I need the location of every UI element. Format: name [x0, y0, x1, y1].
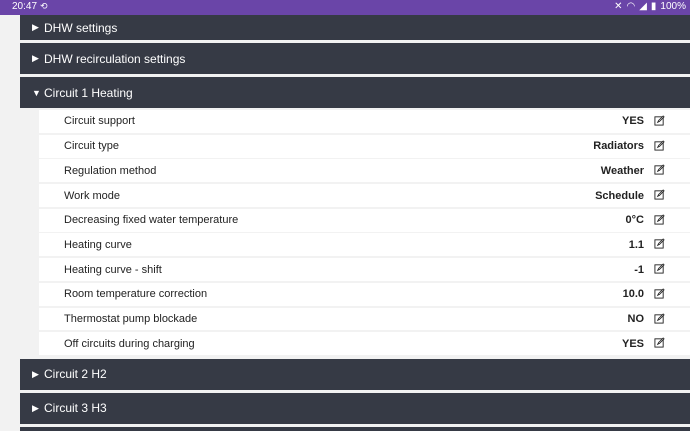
status-icons: ✕ ◠ ◢ ▮ 100%: [614, 1, 686, 12]
mute-icon: ✕: [614, 1, 623, 12]
expand-arrow-icon: ▶: [32, 368, 39, 379]
wifi-icon: ◠: [626, 1, 636, 12]
circuit1-settings-list: Circuit support YES Circuit type Radiators R…: [20, 108, 690, 359]
signal-icon: ◢: [639, 1, 647, 12]
section-dhw-recirculation[interactable]: ▶ DHW recirculation settings: [20, 43, 690, 74]
edit-icon[interactable]: [654, 189, 665, 200]
setting-label: Regulation method: [64, 164, 157, 177]
setting-value: Schedule: [595, 189, 644, 202]
setting-label: Heating curve - shift: [64, 263, 162, 276]
setting-value: 10.0: [622, 288, 644, 301]
setting-row: Regulation method Weather: [39, 159, 690, 183]
edit-icon[interactable]: [654, 288, 665, 299]
edit-icon[interactable]: [654, 312, 665, 324]
section-title: Circuit 3 H3: [44, 401, 107, 416]
setting-row: Thermostat pump blockade NO: [39, 307, 690, 331]
setting-row: Circuit support YES: [39, 110, 690, 133]
edit-icon[interactable]: [654, 214, 665, 225]
setting-row: Off circuits during charging YES: [39, 332, 690, 356]
expand-arrow-icon: ▶: [32, 22, 39, 32]
section-dhw-settings[interactable]: ▶ DHW settings: [20, 15, 690, 40]
setting-value: 1.1: [628, 238, 644, 251]
settings-panel: ▶ DHW settings ▶ DHW recirculation setti…: [20, 15, 690, 431]
setting-label: Decreasing fixed water temperature: [64, 214, 239, 227]
setting-label: Circuit support: [64, 115, 135, 128]
setting-row: Circuit type Radiators: [39, 134, 690, 158]
collapse-arrow-icon: ▼: [32, 87, 41, 98]
edit-icon[interactable]: [654, 263, 665, 274]
edit-icon[interactable]: [654, 115, 665, 126]
setting-label: Circuit type: [64, 140, 120, 153]
setting-label: Heating curve: [64, 238, 132, 251]
setting-label: Room temperature correction: [64, 288, 208, 301]
setting-row: Heating curve - shift -1: [39, 258, 690, 282]
section-title: DHW settings: [44, 20, 118, 35]
setting-value: YES: [621, 115, 644, 128]
section-title: DHW recirculation settings: [44, 51, 186, 66]
section-circuit1[interactable]: ▼ Circuit 1 Heating: [20, 77, 690, 108]
setting-row: Room temperature correction 10.0: [39, 282, 690, 306]
setting-label: Off circuits during charging: [64, 337, 195, 350]
setting-value: NO: [627, 312, 645, 325]
section-title: Circuit 1 Heating: [44, 85, 133, 100]
setting-value: 0°C: [625, 214, 644, 227]
setting-value: Weather: [600, 164, 644, 177]
edit-icon[interactable]: [654, 238, 665, 249]
setting-value: -1: [634, 263, 644, 276]
expand-arrow-icon: ▶: [32, 402, 39, 413]
status-time: 20:47: [12, 1, 38, 12]
setting-value: YES: [621, 337, 644, 350]
setting-row: Decreasing fixed water temperature 0°C: [39, 208, 690, 232]
status-bar: 20:47 ⟲ ✕ ◠ ◢ ▮ 100%: [0, 0, 690, 15]
battery-icon: ▮: [650, 1, 657, 12]
setting-label: Thermostat pump blockade: [64, 312, 198, 325]
edit-icon[interactable]: [654, 337, 665, 348]
expand-arrow-icon: ▶: [32, 53, 39, 63]
setting-row: Heating curve 1.1: [39, 233, 690, 257]
section-circuit2[interactable]: ▶ Circuit 2 H2: [20, 358, 690, 390]
battery-percent: 100%: [660, 1, 686, 12]
setting-row: Work mode Schedule: [39, 184, 690, 207]
section-title: Circuit 2 H2: [44, 367, 107, 382]
setting-label: Work mode: [64, 189, 121, 202]
edit-icon[interactable]: [654, 140, 665, 151]
edit-icon[interactable]: [654, 164, 665, 175]
sync-icon: ⟲: [40, 1, 48, 11]
section-next[interactable]: [20, 426, 690, 431]
section-circuit3[interactable]: ▶ Circuit 3 H3: [20, 392, 690, 424]
setting-value: Radiators: [593, 140, 644, 153]
